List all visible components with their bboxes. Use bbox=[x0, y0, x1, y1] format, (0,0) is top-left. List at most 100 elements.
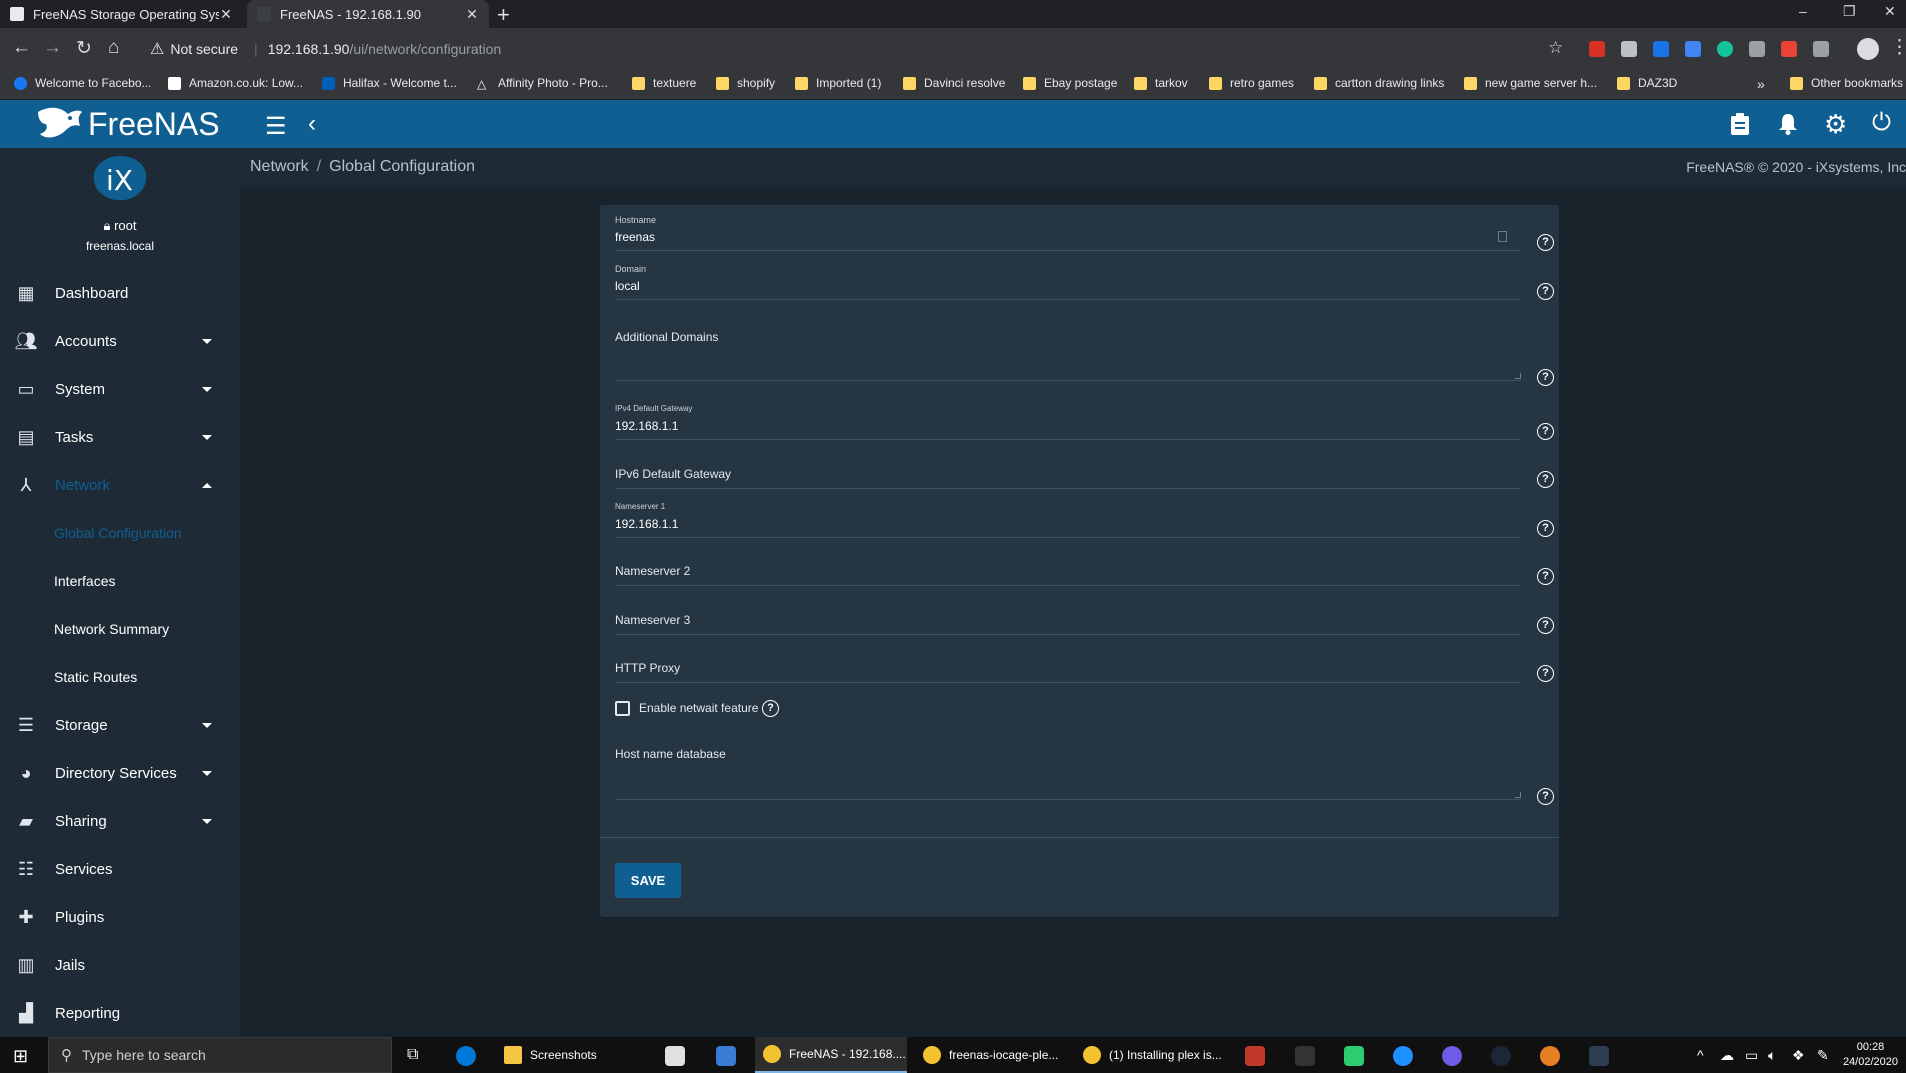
taskbar-clock[interactable]: 00:28 24/02/2020 bbox=[1843, 1040, 1898, 1070]
app-icon[interactable] bbox=[1589, 1046, 1609, 1066]
domain-field[interactable]: Domain local bbox=[615, 264, 1521, 300]
bookmarks-overflow-button[interactable]: » bbox=[1757, 76, 1765, 92]
sidebar-item-tasks[interactable]: ▤ Tasks bbox=[0, 417, 240, 457]
taskbar-item-freenas-iocage[interactable]: freenas-iocage-ple... bbox=[915, 1037, 1067, 1073]
new-tab-button[interactable]: + bbox=[497, 2, 510, 28]
voicemeeter-icon[interactable] bbox=[1245, 1046, 1265, 1066]
netwait-label[interactable]: Enable netwait feature bbox=[639, 701, 758, 715]
browser-tab-freenas-ui[interactable]: FreeNAS - 192.168.1.90 ✕ bbox=[247, 0, 489, 28]
sidebar-item-jails[interactable]: ▥ Jails bbox=[0, 945, 240, 985]
netwait-checkbox[interactable] bbox=[615, 701, 630, 716]
onedrive-icon[interactable]: ☁ bbox=[1720, 1047, 1734, 1064]
additional-domains-help-icon[interactable]: ? bbox=[1537, 369, 1554, 386]
bookmark-folder[interactable]: shopify bbox=[716, 76, 775, 90]
http-proxy-help-icon[interactable]: ? bbox=[1537, 665, 1554, 682]
extension-icon[interactable] bbox=[1589, 41, 1605, 57]
extension-icon[interactable] bbox=[1685, 41, 1701, 57]
close-tab-icon[interactable]: ✕ bbox=[219, 6, 233, 23]
bookmark-item[interactable]: Amazon.co.uk: Low... bbox=[168, 76, 303, 90]
sidebar-item-storage[interactable]: ☰ Storage bbox=[0, 705, 240, 745]
ipv4-gateway-field[interactable]: IPv4 Default Gateway 192.168.1.1 bbox=[615, 404, 1521, 440]
taskbar-item-installing-plex[interactable]: (1) Installing plex is... bbox=[1075, 1037, 1225, 1073]
nameserver1-help-icon[interactable]: ? bbox=[1537, 520, 1554, 537]
back-icon[interactable]: ← bbox=[12, 37, 31, 59]
nameserver2-field[interactable]: Nameserver 2 bbox=[615, 563, 1521, 586]
bookmark-folder[interactable]: textuere bbox=[632, 76, 696, 90]
domain-input[interactable]: local bbox=[615, 279, 640, 293]
clipboard-icon[interactable] bbox=[1730, 113, 1750, 135]
hostname-help-icon[interactable]: ? bbox=[1537, 234, 1554, 251]
taskbar-item-freenas[interactable]: FreeNAS - 192.168.... bbox=[755, 1037, 907, 1073]
nameserver2-help-icon[interactable]: ? bbox=[1537, 568, 1554, 585]
sidebar-item-dashboard[interactable]: ▦ Dashboard bbox=[0, 273, 240, 313]
ipv6-gateway-help-icon[interactable]: ? bbox=[1537, 471, 1554, 488]
host-name-database-field[interactable]: Host name database bbox=[615, 747, 1521, 800]
nameserver1-field[interactable]: Nameserver 1 192.168.1.1 bbox=[615, 502, 1521, 538]
sidebar-subitem-interfaces[interactable]: Interfaces bbox=[0, 561, 240, 601]
bookmark-item[interactable]: △ Affinity Photo - Pro... bbox=[477, 76, 608, 91]
bookmark-folder[interactable]: Ebay postage bbox=[1023, 76, 1117, 90]
resize-handle-icon[interactable] bbox=[1515, 373, 1521, 379]
bookmark-folder[interactable]: retro games bbox=[1209, 76, 1294, 90]
other-bookmarks-folder[interactable]: Other bookmarks bbox=[1790, 76, 1903, 90]
sidebar-item-network[interactable]: ⅄ Network bbox=[0, 465, 240, 505]
host-name-database-help-icon[interactable]: ? bbox=[1537, 788, 1554, 805]
resize-handle-icon[interactable] bbox=[1515, 792, 1521, 798]
sidebar-item-services[interactable]: ☷ Services bbox=[0, 849, 240, 889]
bookmark-folder[interactable]: cartton drawing links bbox=[1314, 76, 1444, 90]
power-icon[interactable]: ⏻ bbox=[1872, 109, 1891, 137]
bookmark-item[interactable]: Welcome to Facebo... bbox=[14, 76, 152, 90]
taskbar-search-input[interactable]: ⚲ Type here to search bbox=[48, 1037, 392, 1073]
app-icon[interactable] bbox=[1393, 1046, 1413, 1066]
sidebar-subitem-global-configuration[interactable]: Global Configuration bbox=[0, 513, 240, 553]
minimize-button[interactable]: – bbox=[1799, 3, 1807, 19]
sidebar-item-system[interactable]: ▭ System bbox=[0, 369, 240, 409]
reload-icon[interactable]: ↻ bbox=[76, 37, 92, 60]
bookmark-folder[interactable]: tarkov bbox=[1134, 76, 1188, 90]
sidebar-item-plugins[interactable]: ✚ Plugins bbox=[0, 897, 240, 937]
windows-start-icon[interactable]: ⊞ bbox=[13, 1046, 28, 1067]
davinci-resolve-icon[interactable] bbox=[1442, 1046, 1462, 1066]
bookmark-folder[interactable]: DAZ3D bbox=[1617, 76, 1677, 90]
tray-overflow-icon[interactable]: ^ bbox=[1697, 1047, 1704, 1063]
address-bar[interactable]: ⚠ Not secure | 192.168.1.90 /ui/network/… bbox=[140, 33, 1580, 65]
sidebar-item-reporting[interactable]: ▟ Reporting bbox=[0, 993, 240, 1033]
app-icon[interactable] bbox=[1540, 1046, 1560, 1066]
iq-extension-icon[interactable] bbox=[1653, 41, 1669, 57]
forward-icon[interactable]: → bbox=[43, 37, 62, 59]
task-view-icon[interactable]: ⧉ bbox=[407, 1046, 418, 1064]
breadcrumb-network[interactable]: Network bbox=[250, 158, 309, 175]
sidebar-item-accounts[interactable]: 👥︎ Accounts bbox=[0, 321, 240, 361]
dropbox-icon[interactable]: ❖ bbox=[1792, 1047, 1805, 1064]
bookmark-folder[interactable]: Davinci resolve bbox=[903, 76, 1005, 90]
save-button[interactable]: SAVE bbox=[615, 863, 681, 898]
epic-games-icon[interactable] bbox=[1295, 1046, 1315, 1066]
bookmark-star-icon[interactable]: ☆ bbox=[1548, 38, 1563, 58]
edge-icon[interactable] bbox=[456, 1046, 476, 1066]
extension-icon[interactable] bbox=[1813, 41, 1829, 57]
nameserver1-input[interactable]: 192.168.1.1 bbox=[615, 517, 678, 531]
gear-icon[interactable]: ⚙ bbox=[1824, 109, 1847, 140]
camera-extension-icon[interactable] bbox=[1621, 41, 1637, 57]
ipv4-gateway-input[interactable]: 192.168.1.1 bbox=[615, 419, 678, 433]
restore-button[interactable]: ❐ bbox=[1843, 3, 1856, 20]
menu-toggle-icon[interactable]: ☰ bbox=[265, 112, 287, 141]
bookmark-item[interactable]: Halifax - Welcome t... bbox=[322, 76, 457, 90]
close-tab-icon[interactable]: ✕ bbox=[465, 6, 479, 23]
profile-avatar[interactable] bbox=[1857, 38, 1879, 60]
taskbar-item-screenshots[interactable]: Screenshots bbox=[500, 1037, 610, 1073]
browser-tab-freenas-os[interactable]: FreeNAS Storage Operating Syst ✕ bbox=[0, 0, 243, 28]
ipv4-gateway-help-icon[interactable]: ? bbox=[1537, 423, 1554, 440]
steam-icon[interactable] bbox=[1491, 1046, 1511, 1066]
mail-icon[interactable] bbox=[665, 1046, 685, 1066]
nameserver3-help-icon[interactable]: ? bbox=[1537, 617, 1554, 634]
nameserver3-field[interactable]: Nameserver 3 bbox=[615, 612, 1521, 635]
app-icon[interactable] bbox=[1344, 1046, 1364, 1066]
ipv6-gateway-field[interactable]: IPv6 Default Gateway bbox=[615, 466, 1521, 489]
extension-icon[interactable] bbox=[1749, 41, 1765, 57]
volume-icon[interactable]: 🔈︎ bbox=[1768, 1047, 1776, 1064]
netwait-help-icon[interactable]: ? bbox=[762, 700, 779, 717]
sidebar-subitem-static-routes[interactable]: Static Routes bbox=[0, 657, 240, 697]
home-icon[interactable]: ⌂ bbox=[108, 37, 119, 59]
additional-domains-field[interactable]: Additional Domains bbox=[615, 330, 1521, 381]
